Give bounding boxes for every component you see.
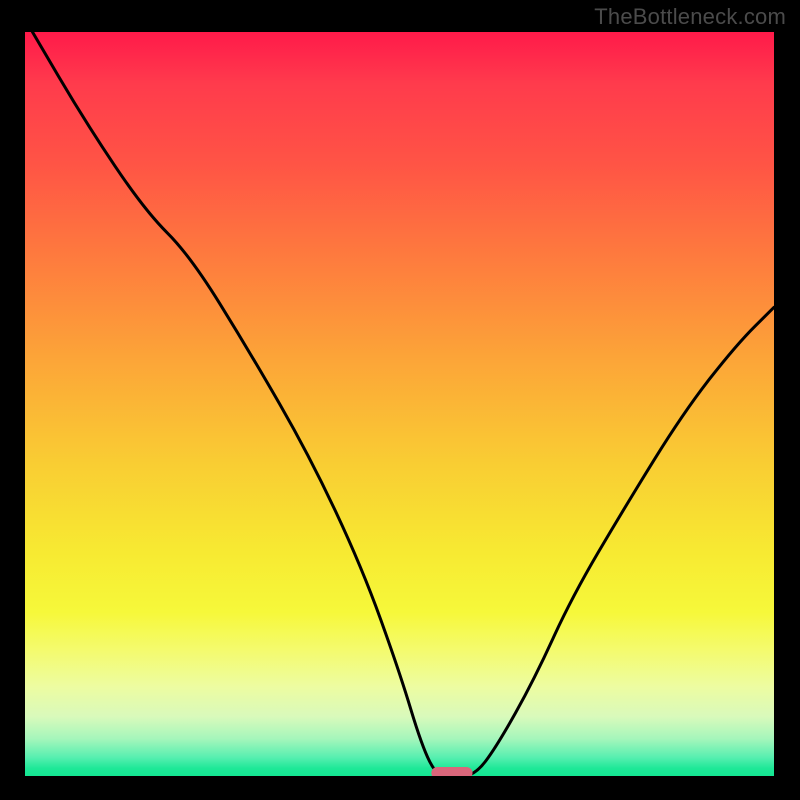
chart-stage: TheBottleneck.com — [0, 0, 800, 800]
optimal-zone-marker — [431, 767, 472, 776]
curve-overlay — [25, 32, 774, 776]
watermark-label: TheBottleneck.com — [594, 4, 786, 30]
bottleneck-curve — [32, 32, 774, 776]
